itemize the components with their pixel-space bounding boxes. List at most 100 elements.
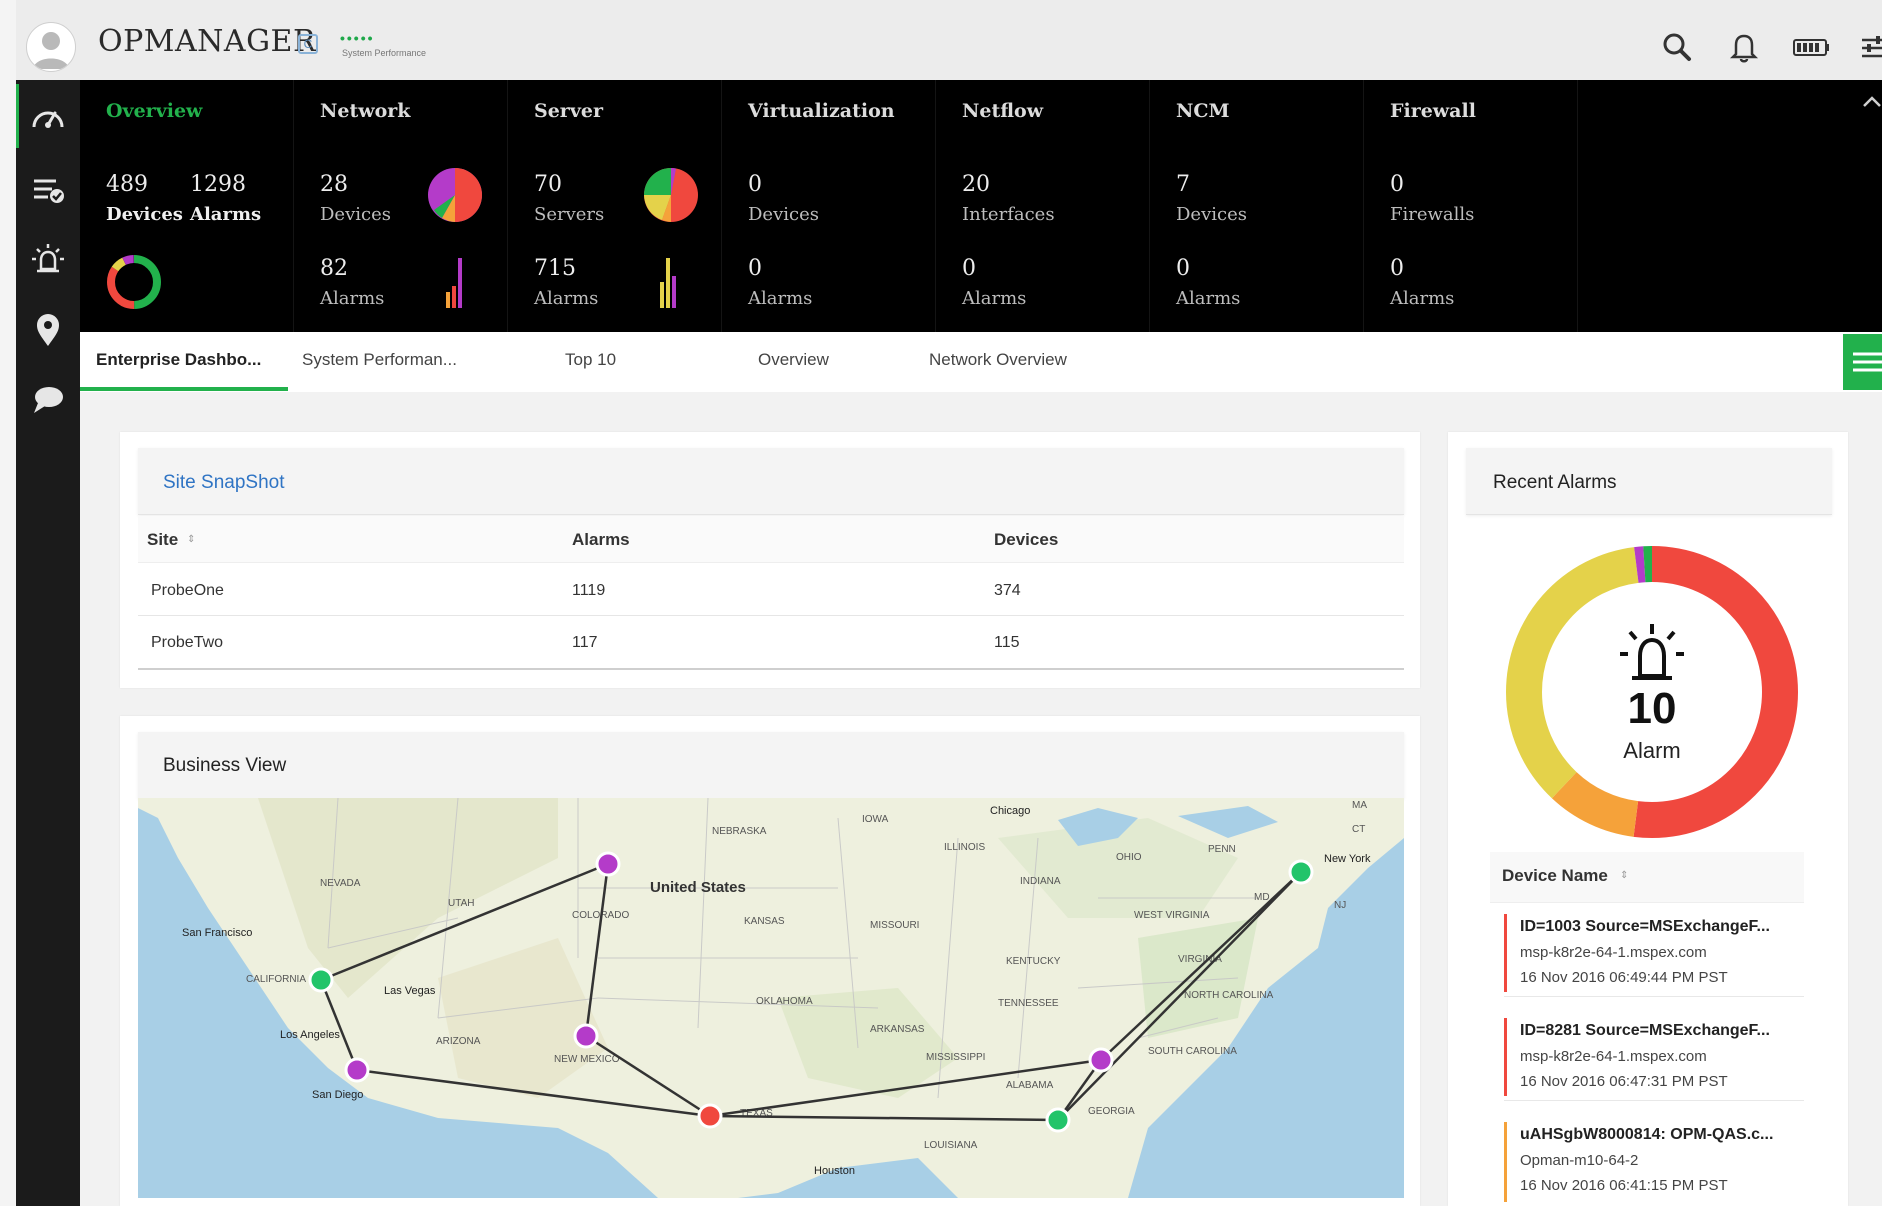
edition-badge: C <box>298 34 318 54</box>
alarm-device: msp-k8r2e-64-1.mspex.com <box>1520 1048 1707 1065</box>
sidebar-item-chat[interactable] <box>16 368 80 432</box>
map-label-nj: NJ <box>1334 900 1346 911</box>
site-table-header <box>138 516 1404 563</box>
map-city-los-angeles: Los Angeles <box>280 1029 340 1041</box>
sidebar-item-inventory[interactable] <box>16 158 80 222</box>
module-netflow[interactable]: Netflow 20 Interfaces 0 Alarms <box>936 80 1150 332</box>
alarm-list-item[interactable]: ID=8281 Source=MSExchangeF... msp-k8r2e-… <box>1504 1018 1804 1101</box>
collapse-chevron-icon[interactable] <box>1858 92 1882 112</box>
virtualization-devices-label: Devices <box>748 204 819 225</box>
bell-icon[interactable] <box>1727 30 1761 64</box>
alarm-device: msp-k8r2e-64-1.mspex.com <box>1520 944 1707 961</box>
module-overview[interactable]: Overview 489 Devices 1298 Alarms <box>80 80 294 332</box>
tab-menu-button[interactable] <box>1843 334 1882 390</box>
map-label-nevada: NEVADA <box>320 878 361 889</box>
module-server[interactable]: Server 70 Servers 715 Alarms <box>508 80 722 332</box>
firewall-firewalls-label: Firewalls <box>1390 204 1475 225</box>
search-icon[interactable] <box>1660 30 1694 64</box>
map-label-oklahoma: OKLAHOMA <box>756 996 813 1007</box>
map-label-ct: CT <box>1352 824 1365 835</box>
tab-overview[interactable]: Overview <box>758 350 829 370</box>
sidebar-item-maps[interactable] <box>16 298 80 362</box>
column-header-device-name[interactable]: Device Name <box>1502 866 1608 886</box>
firewall-alarms-count: 0 <box>1390 256 1404 281</box>
firewall-alarms-label: Alarms <box>1390 288 1455 309</box>
module-title[interactable]: Firewall <box>1390 100 1476 122</box>
module-title[interactable]: NCM <box>1176 100 1230 122</box>
module-firewall[interactable]: Firewall 0 Firewalls 0 Alarms <box>1364 80 1578 332</box>
tab-top-10[interactable]: Top 10 <box>565 350 616 370</box>
module-title[interactable]: Server <box>534 100 603 122</box>
tab-enterprise-dashboard[interactable]: Enterprise Dashbo... <box>96 350 261 370</box>
business-view-title: Business View <box>163 755 287 776</box>
sidebar-item-alarms[interactable] <box>16 228 80 292</box>
tab-network-overview[interactable]: Network Overview <box>929 350 1067 370</box>
us-map-svg[interactable]: NEVADA UTAH CALIFORNIA ARIZONA COLORADO … <box>138 798 1404 1198</box>
sidebar-item-dashboard[interactable] <box>16 86 80 150</box>
site-devices: 374 <box>994 582 1021 599</box>
severity-bar <box>1504 914 1507 992</box>
tab-system-performance[interactable]: System Performan... <box>302 350 457 370</box>
module-title[interactable]: Overview <box>106 100 202 122</box>
site-name[interactable]: ProbeOne <box>151 582 224 600</box>
map-label-south-carolina: SOUTH CAROLINA <box>1148 1046 1237 1057</box>
map-node-texas <box>697 1103 723 1129</box>
map-label-north-carolina: NORTH CAROLINA <box>1184 990 1274 1001</box>
map-label-new-mexico: NEW MEXICO <box>554 1054 620 1065</box>
module-network[interactable]: Network 28 Devices 82 Alarms <box>294 80 508 332</box>
map-label-alabama: ALABAMA <box>1006 1080 1054 1091</box>
column-header-alarms[interactable]: Alarms <box>572 530 630 550</box>
map-pin-icon <box>37 314 59 346</box>
server-alarms-label: Alarms <box>534 288 599 309</box>
map-node-san-diego <box>344 1057 370 1083</box>
recent-alarms-title: Recent Alarms <box>1493 472 1617 493</box>
alarm-message[interactable]: uAHSgbW8000814: OPM-QAS.c... <box>1520 1126 1773 1144</box>
business-view-map[interactable]: NEVADA UTAH CALIFORNIA ARIZONA COLORADO … <box>138 798 1404 1198</box>
alarm-message[interactable]: ID=8281 Source=MSExchangeF... <box>1520 1022 1770 1040</box>
settings-sliders-icon[interactable] <box>1858 30 1882 64</box>
battery-icon[interactable] <box>1790 30 1829 64</box>
map-label-iowa: IOWA <box>862 814 889 825</box>
module-virtualization[interactable]: Virtualization 0 Devices 0 Alarms <box>722 80 936 332</box>
user-icon <box>33 32 69 69</box>
alarm-list-item[interactable]: uAHSgbW8000814: OPM-QAS.c... Opman-m10-6… <box>1504 1122 1804 1204</box>
alarm-icon <box>1612 622 1692 688</box>
network-alarm-bars <box>446 258 462 308</box>
module-title[interactable]: Network <box>320 100 410 122</box>
network-devices-label: Devices <box>320 204 391 225</box>
site-alarms: 117 <box>572 634 598 651</box>
map-label-california: CALIFORNIA <box>246 974 306 985</box>
system-performance-indicator[interactable]: ••••• <box>340 30 375 46</box>
column-header-site[interactable]: Site <box>147 530 178 550</box>
map-label-ohio: OHIO <box>1116 852 1142 863</box>
sort-icon[interactable]: ⇕ <box>187 534 195 545</box>
map-label-kansas: KANSAS <box>744 916 785 927</box>
virtualization-alarms-count: 0 <box>748 256 762 281</box>
server-alarms-count: 715 <box>534 256 576 281</box>
site-name[interactable]: ProbeTwo <box>151 634 223 652</box>
server-servers-label: Servers <box>534 204 605 225</box>
dashboard-gauge-icon <box>32 111 64 128</box>
site-snapshot-title[interactable]: Site SnapShot <box>163 472 284 494</box>
alarm-device: Opman-m10-64-2 <box>1520 1152 1639 1169</box>
system-performance-label: System Performance <box>342 48 427 58</box>
column-header-devices[interactable]: Devices <box>994 530 1058 550</box>
user-avatar[interactable] <box>26 22 76 72</box>
app-title: OPMANAGER <box>98 24 317 59</box>
server-pie-chart <box>644 168 698 222</box>
table-row[interactable] <box>138 563 1404 616</box>
module-title[interactable]: Virtualization <box>748 100 895 122</box>
map-city-chicago: Chicago <box>990 805 1030 817</box>
sort-icon[interactable]: ⇕ <box>1620 870 1628 881</box>
alarm-message[interactable]: ID=1003 Source=MSExchangeF... <box>1520 918 1770 936</box>
network-devices-count: 28 <box>320 172 348 197</box>
alarm-list-item[interactable]: ID=1003 Source=MSExchangeF... msp-k8r2e-… <box>1504 914 1804 997</box>
module-ncm[interactable]: NCM 7 Devices 0 Alarms <box>1150 80 1364 332</box>
map-label-mississippi: MISSISSIPPI <box>926 1052 985 1063</box>
virtualization-alarms-label: Alarms <box>748 288 813 309</box>
netflow-interfaces-label: Interfaces <box>962 204 1055 225</box>
map-label-arizona: ARIZONA <box>436 1036 481 1047</box>
map-city-new-york: New York <box>1324 853 1371 865</box>
module-title[interactable]: Netflow <box>962 100 1043 122</box>
table-row[interactable] <box>138 616 1404 670</box>
